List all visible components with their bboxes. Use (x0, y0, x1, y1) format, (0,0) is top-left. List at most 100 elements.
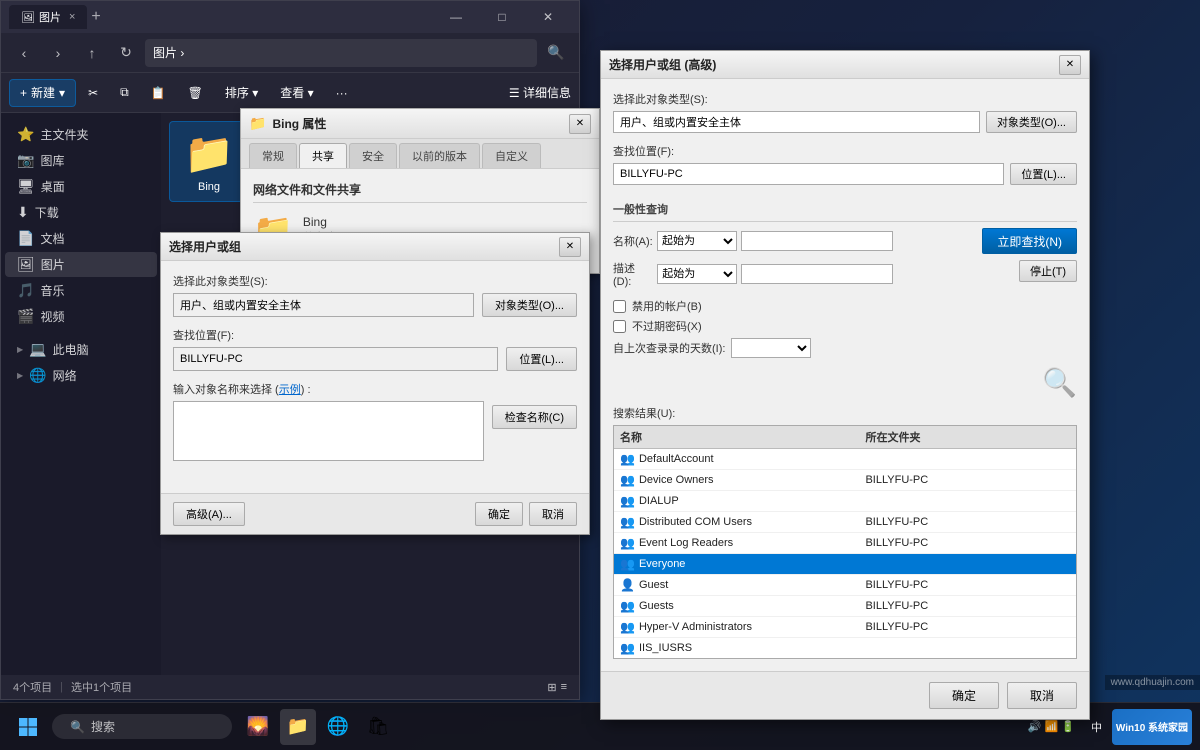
sidebar-item-music[interactable]: 🎵 音乐 (5, 278, 157, 303)
name-field-row: 名称(A): 起始为 (613, 228, 893, 254)
check-names-button[interactable]: 检查名称(C) (492, 405, 577, 429)
taskbar-folder-icon[interactable]: 📁 (280, 709, 316, 745)
tab-general[interactable]: 常规 (249, 143, 297, 168)
address-bar[interactable]: 图片 › (145, 39, 537, 67)
cut-button[interactable]: ✂ (78, 79, 108, 107)
advanced-ok-button[interactable]: 确定 (929, 682, 999, 709)
asd-object-type-button[interactable]: 对象类型(O)... (986, 111, 1077, 133)
advanced-cancel-button[interactable]: 取消 (1007, 682, 1077, 709)
new-button[interactable]: + 新建 ▾ (9, 79, 76, 107)
tab-close-icon[interactable]: × (69, 11, 75, 23)
result-row-dialup[interactable]: 👥DIALUP (614, 491, 1076, 512)
sidebar-item-documents[interactable]: 📄 文档 (5, 226, 157, 251)
view-button[interactable]: 查看 ▾ (270, 79, 323, 107)
sidebar-item-downloads[interactable]: ⬇ 下载 (5, 200, 157, 225)
detail-view-toggle[interactable]: ☰ 详细信息 (509, 84, 571, 101)
result-row-event-log-readers[interactable]: 👥Event Log Readers BILLYFU-PC (614, 533, 1076, 554)
result-row-guests[interactable]: 👥Guests BILLYFU-PC (614, 596, 1076, 617)
grid-view-icon[interactable]: ⊞ (547, 681, 556, 694)
sidebar-item-videos[interactable]: 🎬 视频 (5, 304, 157, 329)
minimize-button[interactable]: — (433, 1, 479, 33)
nav-toolbar: ‹ › ↑ ↻ 图片 › 🔍 (1, 33, 579, 73)
search-icon[interactable]: 🔍 (541, 39, 571, 67)
select-user-ok-button[interactable]: 确定 (475, 502, 523, 526)
sidebar-item-this-pc[interactable]: ▶ 💻 此电脑 (5, 337, 157, 362)
advanced-select-close[interactable]: ✕ (1059, 55, 1081, 75)
sidebar-item-network[interactable]: ▶ 🌐 网络 (5, 363, 157, 388)
taskbar-store-icon[interactable]: 🛍 (360, 709, 396, 745)
result-row-default-account[interactable]: 👥DefaultAccount (614, 449, 1076, 470)
select-user-cancel-button[interactable]: 取消 (529, 502, 577, 526)
name-textarea[interactable] (173, 401, 484, 461)
sidebar-item-gallery[interactable]: 📷 图库 (5, 148, 157, 173)
list-view-icon[interactable]: ≡ (561, 681, 567, 694)
paste-button[interactable]: 📋 (141, 79, 176, 107)
window-controls: — □ ✕ (433, 1, 571, 33)
delete-button[interactable]: 🗑 (178, 79, 213, 107)
example-link[interactable]: 示例 (279, 384, 301, 396)
new-dropdown-icon: ▾ (59, 86, 65, 100)
search-now-button[interactable]: 立即查找(N) (982, 228, 1077, 254)
taskbar-landscape-icon[interactable]: 🌄 (240, 709, 276, 745)
refresh-button[interactable]: ↻ (111, 39, 141, 67)
no-expire-label: 不过期密码(X) (632, 318, 702, 334)
results-table[interactable]: 名称 所在文件夹 👥DefaultAccount 👥Device Owners … (613, 425, 1077, 659)
name-filter-select[interactable]: 起始为 (657, 231, 737, 251)
forward-button[interactable]: › (43, 39, 73, 67)
up-button[interactable]: ↑ (77, 39, 107, 67)
object-type-input[interactable] (173, 293, 474, 317)
back-button[interactable]: ‹ (9, 39, 39, 67)
maximize-button[interactable]: □ (479, 1, 525, 33)
result-row-iis-iusrs[interactable]: 👥IIS_IUSRS (614, 638, 1076, 659)
search-bar[interactable]: 🔍 搜索 (52, 714, 232, 739)
desktop: 🖼 图片 × + — □ ✕ ‹ › ↑ ↻ 图片 › 🔍 (0, 0, 1200, 750)
tab-security[interactable]: 安全 (349, 143, 397, 168)
asd-object-type-label: 选择此对象类型(S): (613, 91, 1077, 107)
result-row-device-owners[interactable]: 👥Device Owners BILLYFU-PC (614, 470, 1076, 491)
location-button[interactable]: 位置(L)... (506, 347, 577, 371)
name-filter-input[interactable] (741, 231, 893, 251)
select-user-close[interactable]: ✕ (559, 237, 581, 257)
tab-sharing[interactable]: 共享 (299, 143, 347, 168)
sidebar-item-pictures[interactable]: 🖼 图片 (5, 252, 157, 277)
disabled-accounts-checkbox[interactable] (613, 300, 626, 313)
advanced-button[interactable]: 高级(A)... (173, 502, 245, 526)
tab-previous-versions[interactable]: 以前的版本 (399, 143, 480, 168)
result-row-hyper-v[interactable]: 👥Hyper-V Administrators BILLYFU-PC (614, 617, 1076, 638)
result-row-distributed-com-users[interactable]: 👥Distributed COM Users BILLYFU-PC (614, 512, 1076, 533)
sidebar-item-desktop[interactable]: 🖥 桌面 (5, 174, 157, 199)
copy-button[interactable]: ⧉ (110, 79, 139, 107)
days-select[interactable] (731, 338, 811, 358)
start-button[interactable] (8, 707, 48, 747)
tab-customize[interactable]: 自定义 (482, 143, 541, 168)
taskbar-edge-icon[interactable]: 🌐 (320, 709, 356, 745)
bing-properties-close[interactable]: ✕ (569, 114, 591, 134)
no-expire-checkbox[interactable] (613, 320, 626, 333)
result-row-guest[interactable]: 👤Guest BILLYFU-PC (614, 575, 1076, 596)
sort-button[interactable]: 排序 ▾ (215, 79, 268, 107)
location-input[interactable] (173, 347, 498, 371)
gallery-icon: 📷 (17, 152, 34, 169)
location-row: 位置(L)... (173, 347, 577, 371)
sidebar-item-home[interactable]: ⭐ 主文件夹 (5, 122, 157, 147)
expand-arrow2-icon: ▶ (17, 371, 23, 380)
more-button[interactable]: ··· (326, 79, 358, 107)
add-tab-button[interactable]: + (91, 8, 100, 26)
explorer-tab[interactable]: 🖼 图片 × (9, 5, 87, 29)
advanced-select-content: 选择此对象类型(S): 用户、组或内置安全主体 对象类型(O)... 查找位置(… (601, 79, 1089, 671)
folder-icon: 📁 (184, 130, 234, 177)
user-group-icon-3: 👥 (620, 515, 635, 529)
result-row-everyone[interactable]: 👥Everyone (614, 554, 1076, 575)
asd-location-button[interactable]: 位置(L)... (1010, 163, 1077, 185)
close-button[interactable]: ✕ (525, 1, 571, 33)
file-item-bing[interactable]: 📁 Bing (169, 121, 249, 202)
win10-branding: Win10 系统家园 (1112, 709, 1192, 745)
bing-properties-title: Bing 属性 (272, 115, 569, 132)
system-tray[interactable]: 🔊 📶 🔋 (1022, 718, 1081, 735)
description-filter-select[interactable]: 起始为 (657, 264, 737, 284)
description-filter-input[interactable] (741, 264, 893, 284)
desktop-icon: 🖥 (17, 178, 35, 195)
item-count: 4个项目 (13, 679, 52, 695)
stop-search-button[interactable]: 停止(T) (1019, 260, 1077, 282)
object-type-button[interactable]: 对象类型(O)... (482, 293, 577, 317)
